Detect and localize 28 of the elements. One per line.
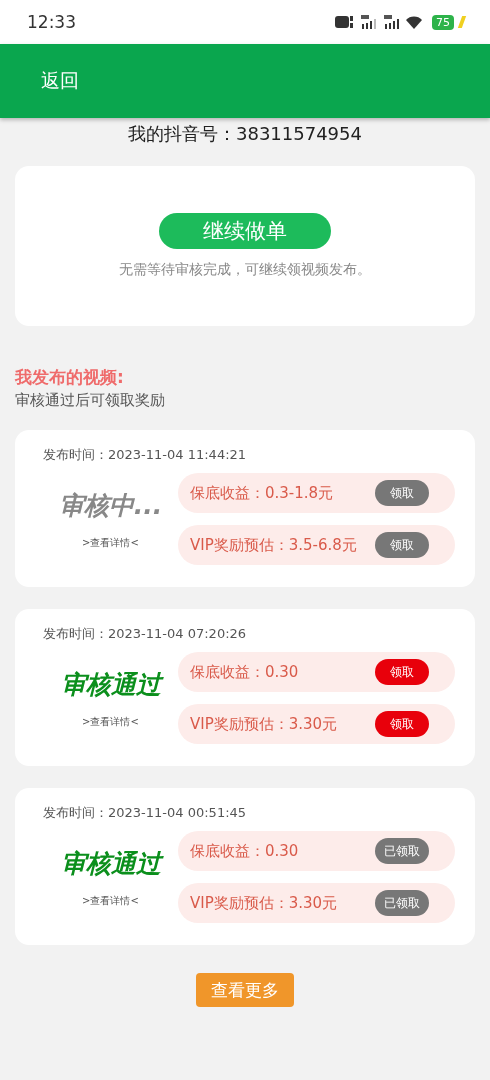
section-subtitle: 审核通过后可领取奖励 [15, 391, 166, 410]
publish-time: 发布时间：2023-11-04 11:44:21 [43, 446, 248, 464]
reward-label: 保底收益：0.30 [190, 662, 300, 682]
signal-icon [383, 15, 401, 29]
claim-button[interactable]: 领取 [375, 659, 429, 685]
signal-icon [360, 15, 378, 29]
details-link[interactable]: >查看详情< [82, 535, 139, 550]
status-time: 12:33 [27, 12, 77, 32]
continue-button[interactable]: 继续做单 [159, 213, 331, 249]
reward-label: VIP奖励预估：3.5-6.8元 [190, 535, 358, 555]
account-id: 我的抖音号：38311574954 [127, 122, 363, 146]
details-link[interactable]: >查看详情< [82, 714, 139, 729]
claim-button[interactable]: 领取 [375, 711, 429, 737]
back-button[interactable]: 返回 [41, 68, 79, 94]
publish-time: 发布时间：2023-11-04 07:20:26 [43, 625, 248, 643]
details-link[interactable]: >查看详情< [82, 893, 139, 908]
charging-icon [457, 16, 467, 28]
wifi-icon [406, 15, 422, 29]
task-note: 无需等待审核完成，可继续领视频发布。 [119, 261, 371, 279]
more-button[interactable]: 查看更多 [196, 973, 294, 1007]
reward-label: 保底收益：0.30 [190, 841, 300, 861]
review-status: 审核中... [58, 489, 163, 522]
reward-label: VIP奖励预估：3.30元 [190, 714, 339, 734]
publish-time: 发布时间：2023-11-04 00:51:45 [43, 804, 248, 822]
reward-label: 保底收益：0.3-1.8元 [190, 483, 335, 503]
reward-label: VIP奖励预估：3.30元 [190, 893, 339, 913]
battery-icon: 75 [432, 14, 454, 30]
section-title: 我发布的视频: [15, 366, 125, 389]
